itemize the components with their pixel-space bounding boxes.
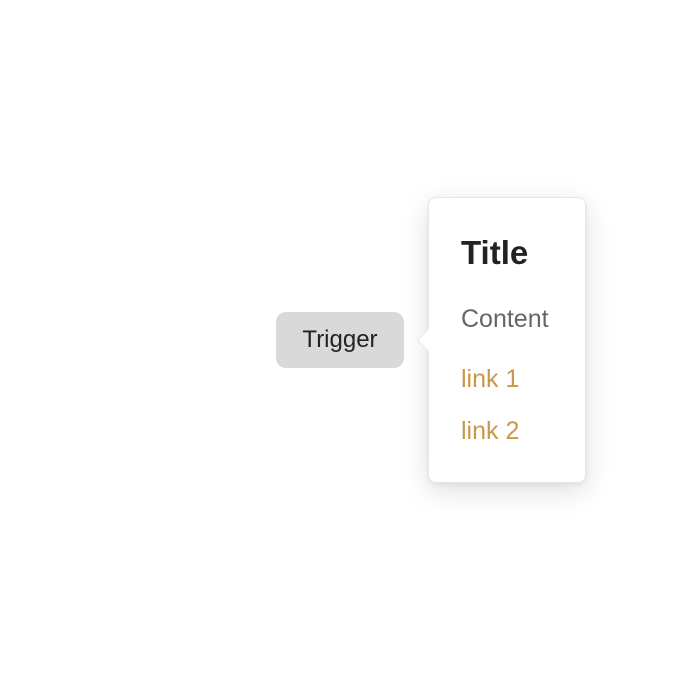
popover-arrow bbox=[416, 328, 441, 353]
popover-title: Title bbox=[461, 234, 529, 271]
trigger-button[interactable]: Trigger bbox=[276, 312, 404, 368]
popover: Title Content link 1 link 2 bbox=[416, 197, 586, 483]
stage: Trigger Title Content link 1 link 2 bbox=[0, 0, 680, 680]
popover-link-2[interactable]: link 2 bbox=[461, 416, 519, 446]
popover-link-1[interactable]: link 1 bbox=[461, 364, 519, 394]
popover-content: Content bbox=[461, 305, 549, 333]
